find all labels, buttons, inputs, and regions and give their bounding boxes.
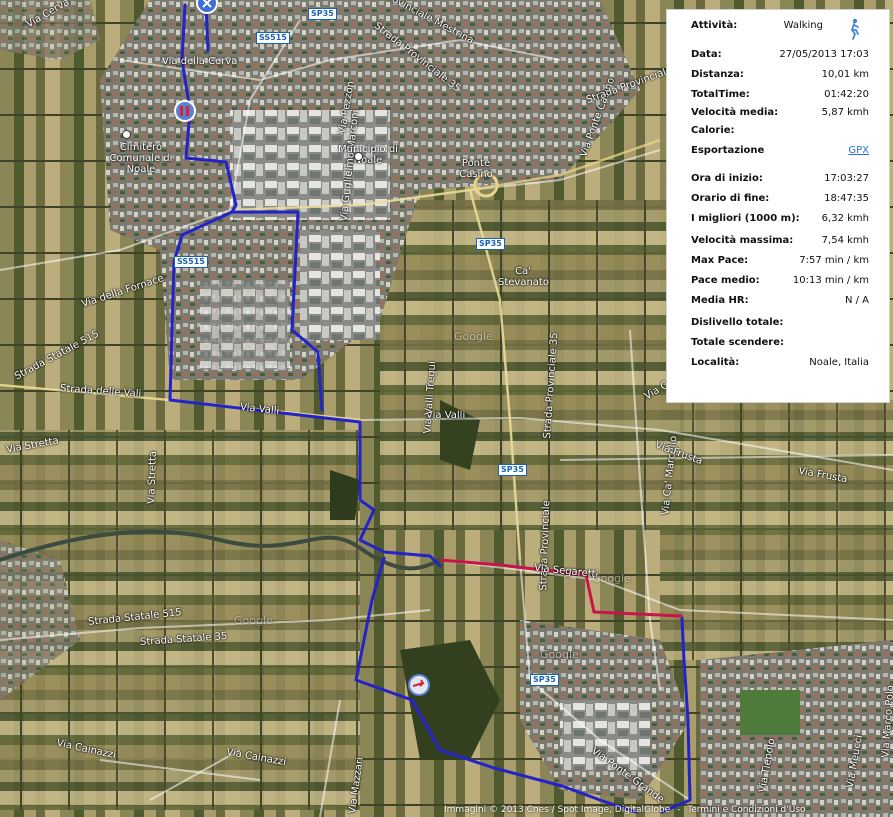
info-value: 17:03:27 [824, 173, 869, 184]
info-label: Esportazione [691, 145, 765, 156]
info-label: Data: [691, 49, 722, 60]
place-pin [354, 152, 363, 161]
info-value: 5,87 kmh [821, 107, 869, 118]
route-shield: SP35 [530, 674, 559, 686]
route-shield: SP35 [476, 238, 505, 250]
info-value: N / A [844, 295, 869, 306]
activity-value: Walking [783, 20, 823, 31]
export-gpx-link[interactable]: GPX [848, 144, 869, 158]
activity-row: Attività: Walking [691, 19, 869, 33]
info-row: Orario di fine: 18:47:35 [691, 192, 869, 206]
place-label-municipio: Municipio di Noale [338, 144, 398, 166]
start-marker-icon[interactable] [196, 0, 218, 14]
info-label: Orario di fine: [691, 193, 770, 204]
place-label-ca-stevanato: Ca' Stevanato [498, 266, 549, 288]
place-pin [122, 130, 131, 139]
info-row: Pace medio: 10:13 min / km [691, 274, 869, 288]
info-row: Ora di inizio: 17:03:27 [691, 172, 869, 186]
info-label: I migliori (1000 m): [691, 213, 800, 224]
info-row: Località: Noale, Italia [691, 356, 869, 370]
info-label: Ora di inizio: [691, 173, 763, 184]
copyright-separator: - [677, 805, 681, 815]
activity-summary-panel: Attività: Walking Data: 27/05/2013 17:03 D… [666, 9, 890, 403]
arrow-icon [412, 679, 425, 687]
info-label: Calorie: [691, 125, 735, 136]
terms-link[interactable]: Termini e Condizioni d'Uso [687, 805, 805, 815]
info-row: Calorie: [691, 124, 869, 138]
map-copyright: Immagini © 2013 Cnes / Spot Image, Digit… [444, 805, 810, 815]
route-shield: SS515 [256, 32, 290, 44]
info-row: TotalTime: 01:42:20 [691, 88, 869, 102]
info-label: Località: [691, 357, 740, 368]
info-label: TotalTime: [691, 89, 750, 100]
route-shield: SP35 [308, 8, 337, 20]
google-watermark: Google [454, 330, 493, 343]
info-value: 6,32 kmh [821, 213, 869, 224]
info-value: Noale, Italia [809, 357, 869, 368]
info-label: Totale scendere: [691, 337, 785, 348]
info-row: Velocità massima: 7,54 kmh [691, 234, 869, 248]
cross-icon [202, 0, 212, 8]
info-label: Max Pace: [691, 255, 749, 266]
walking-person-icon [850, 18, 859, 40]
info-label: Pace medio: [691, 275, 760, 286]
finish-marker-icon[interactable] [408, 674, 430, 696]
route-shield: SS515 [174, 256, 208, 268]
info-value: 7,54 kmh [821, 235, 869, 246]
road-label: Via Stretta [146, 450, 159, 505]
info-row: Esportazione GPX [691, 144, 869, 158]
place-label-cimitero: Cimitero Comunale di Noale [109, 142, 173, 175]
info-row: Max Pace: 7:57 min / km [691, 254, 869, 268]
google-watermark: Google [540, 648, 579, 661]
info-row: Data: 27/05/2013 17:03 [691, 48, 869, 62]
info-label: Velocità media: [691, 107, 779, 118]
info-value: 7:57 min / km [799, 255, 869, 266]
info-value: 18:47:35 [824, 193, 869, 204]
info-row: Distanza: 10,01 km [691, 68, 869, 82]
info-label: Dislivello totale: [691, 317, 784, 328]
info-row: Media HR: N / A [691, 294, 869, 308]
info-label: Media HR: [691, 295, 749, 306]
route-shield: SP35 [498, 464, 527, 476]
pause-marker-icon[interactable] [174, 100, 196, 122]
info-value: 27/05/2013 17:03 [779, 49, 869, 60]
imagery-credit: Immagini © 2013 Cnes / Spot Image, Digit… [444, 805, 671, 815]
info-label: Distanza: [691, 69, 744, 80]
double-arrow-icon [180, 106, 189, 116]
activity-label: Attività: [691, 20, 738, 31]
info-value: 10:13 min / km [792, 275, 869, 286]
info-row: Dislivello totale: [691, 316, 869, 330]
info-row: I migliori (1000 m): 6,32 kmh [691, 212, 869, 226]
info-value: 01:42:20 [824, 89, 869, 100]
place-label-ponte-casino: Ponte Casino [459, 158, 493, 180]
google-watermark: Google [592, 572, 631, 585]
road-label: Via della Cerva [162, 56, 238, 67]
google-watermark: Google [234, 614, 273, 627]
info-row: Totale scendere: [691, 336, 869, 350]
info-value: 10,01 km [821, 69, 869, 80]
info-label: Velocità massima: [691, 235, 794, 246]
info-row: Velocità media: 5,87 kmh [691, 106, 869, 120]
